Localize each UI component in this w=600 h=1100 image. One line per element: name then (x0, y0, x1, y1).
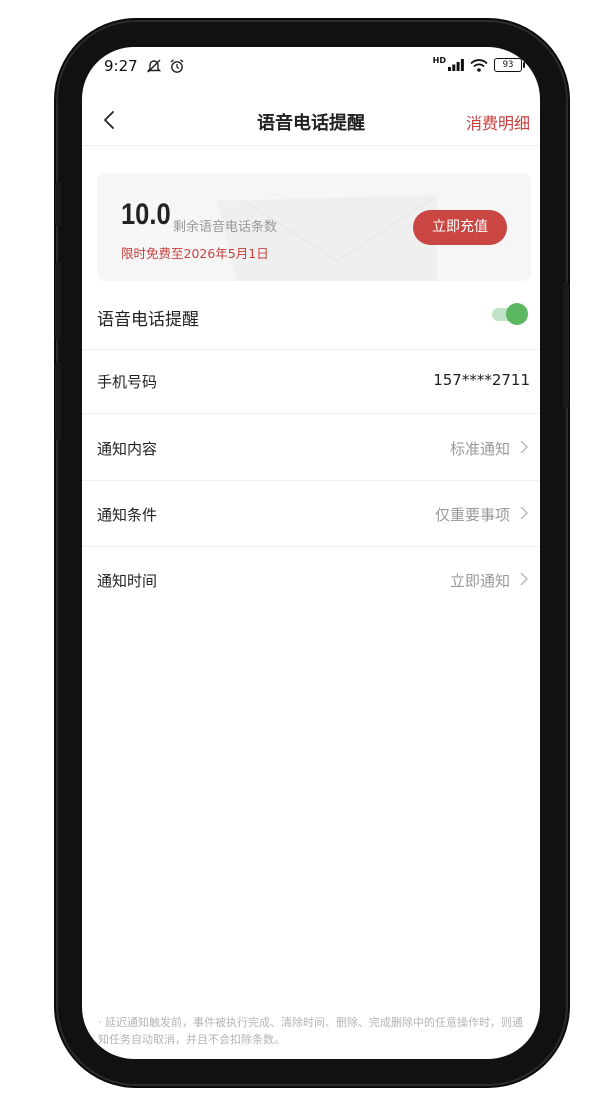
notify-condition-row[interactable]: 通知条件 仅重要事项 (82, 480, 540, 547)
chevron-right-icon (520, 440, 529, 454)
notify-condition-value: 仅重要事项 (434, 506, 510, 524)
wifi-icon (470, 58, 488, 72)
voice-reminder-toggle[interactable] (492, 303, 528, 325)
voice-reminder-label: 语音电话提醒 (97, 310, 199, 330)
network-type: HD (432, 55, 446, 65)
phone-side-button (55, 262, 61, 340)
remaining-count-label: 剩余语音电话条数 (173, 220, 278, 235)
voice-reminder-row: 语音电话提醒 (82, 283, 540, 350)
notify-time-value: 立即通知 (449, 572, 510, 590)
phone-side-button (55, 362, 61, 440)
notify-condition-label: 通知条件 (97, 506, 158, 524)
phone-number-value: 157****2711 (433, 371, 530, 389)
phone-side-button (563, 282, 569, 408)
notify-content-label: 通知内容 (97, 440, 158, 458)
battery-icon: 93 (494, 58, 525, 72)
signal-icon (448, 59, 464, 71)
remaining-count: 10.0 (121, 198, 171, 231)
status-time: 9:27 (104, 57, 138, 75)
chevron-right-icon (520, 506, 529, 520)
balance-card: 10.0 剩余语音电话条数 限时免费至2026年5月1日 立即充值 (97, 173, 531, 281)
phone-side-button (55, 182, 61, 226)
notify-time-label: 通知时间 (97, 572, 158, 590)
notify-content-row[interactable]: 通知内容 标准通知 (82, 414, 540, 481)
status-left-icons (146, 58, 185, 76)
chevron-right-icon (520, 572, 529, 586)
footnote-text: · 延迟通知触发前，事件被执行完成、清除时间、删除、完成删除中的任意操作时，则通… (98, 1016, 523, 1046)
alarm-icon (170, 59, 184, 73)
screen: 9:27 HD 93 语音电话提醒 消费明细 10.0 剩余语音电话条数 限时免… (82, 47, 540, 1059)
phone-number-label: 手机号码 (97, 373, 158, 391)
consumption-detail-link[interactable]: 消费明细 (466, 110, 530, 134)
recharge-button[interactable]: 立即充值 (413, 210, 507, 245)
toggle-knob (506, 303, 528, 325)
status-right: HD 93 (432, 55, 525, 72)
promo-text: 限时免费至2026年5月1日 (121, 246, 269, 261)
status-bar: 9:27 HD 93 (82, 47, 540, 87)
mute-icon (146, 59, 162, 73)
notify-time-row[interactable]: 通知时间 立即通知 (82, 546, 540, 612)
nav-bar: 语音电话提醒 消费明细 (82, 97, 540, 146)
phone-number-row: 手机号码 157****2711 (82, 349, 540, 414)
notify-content-value: 标准通知 (449, 440, 510, 458)
